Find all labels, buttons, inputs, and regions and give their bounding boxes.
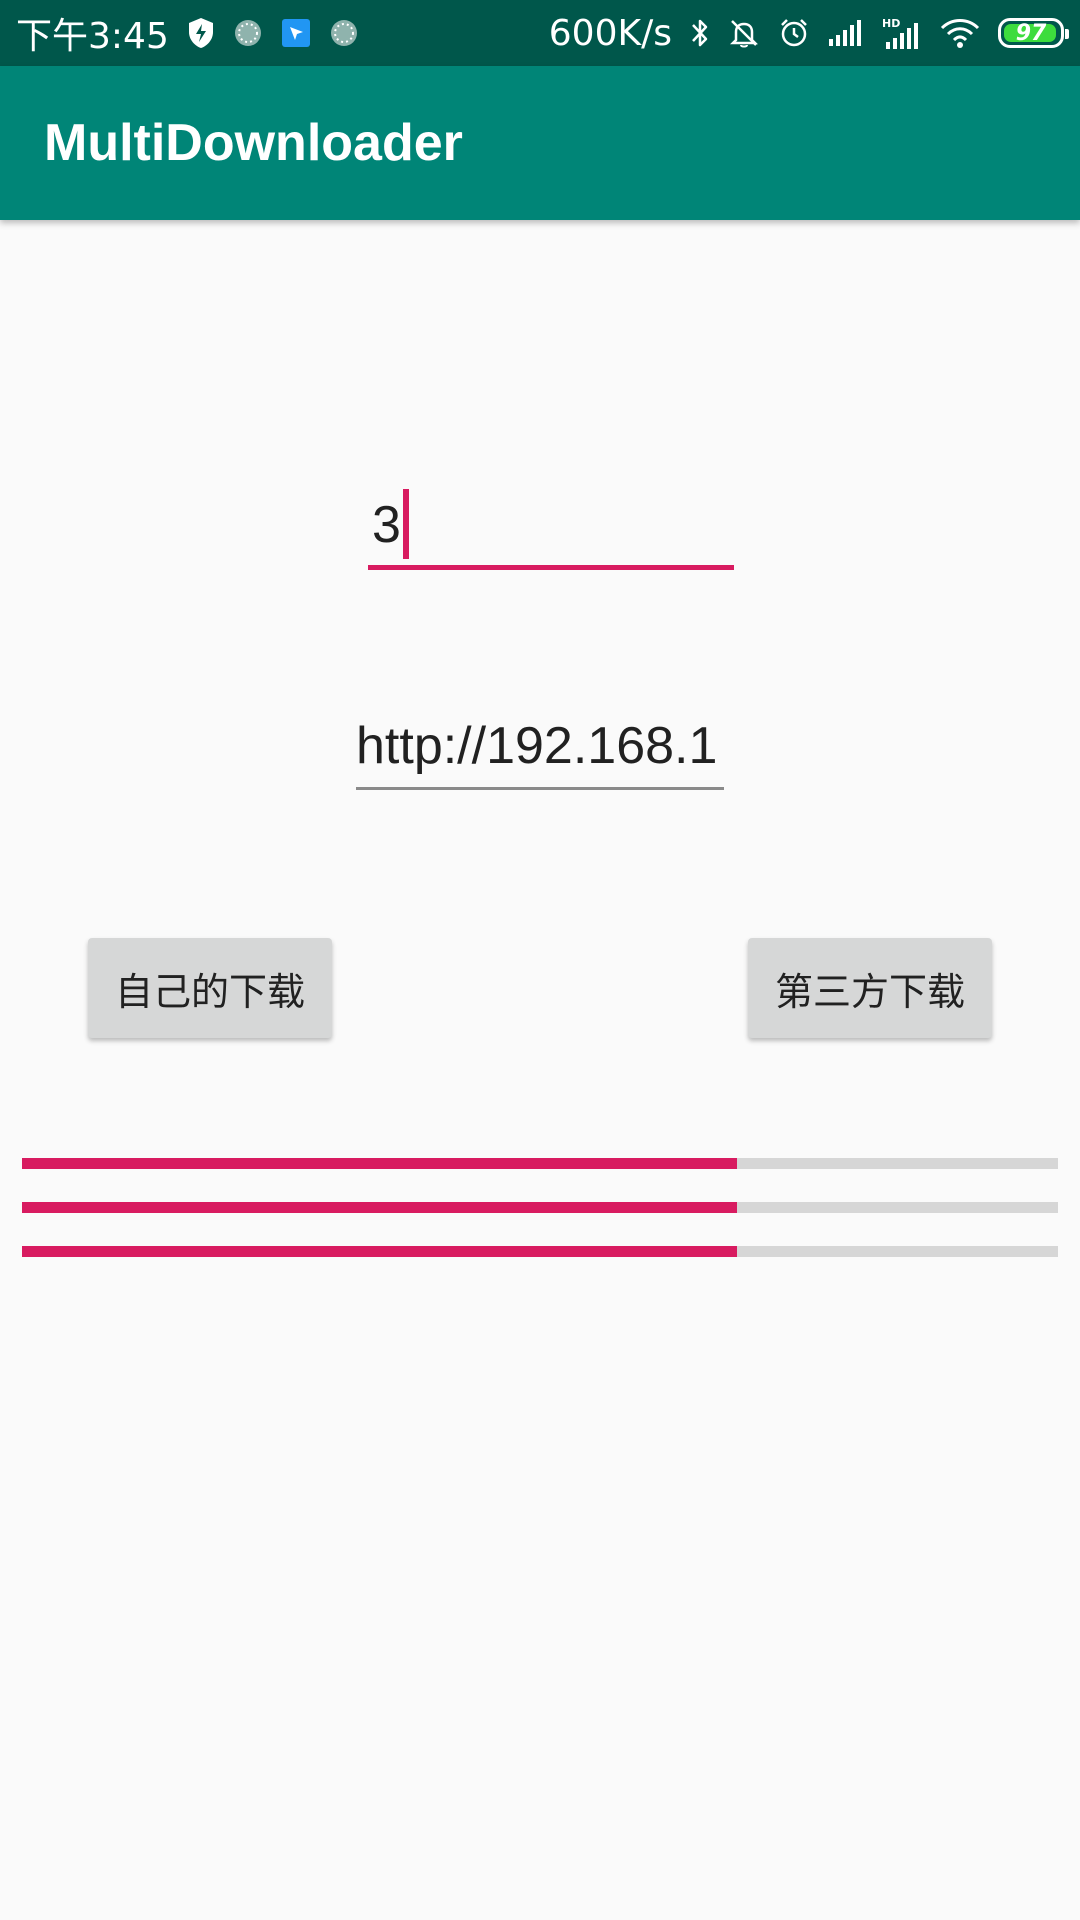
url-input[interactable]: http://192.168.1 (356, 706, 724, 790)
thread-count-input[interactable]: 3 (368, 480, 734, 570)
status-time: 下午3:45 (16, 16, 169, 57)
bluetooth-icon (690, 16, 710, 50)
network-speed: 600K/s (548, 12, 672, 54)
app-title: MultiDownloader (44, 114, 463, 172)
text-cursor (402, 489, 409, 560)
third-party-download-button[interactable]: 第三方下载 (748, 938, 992, 1038)
url-value: http://192.168.1 (356, 717, 718, 775)
app-notification-icon (281, 18, 311, 48)
signal-icon (828, 19, 864, 47)
loading-icon (329, 18, 359, 48)
progress-fill-2 (22, 1202, 737, 1213)
shield-icon (187, 17, 215, 49)
progress-bar-2 (22, 1202, 1058, 1213)
progress-fill-1 (22, 1158, 737, 1169)
status-bar-right: 600K/s HD 97 (548, 12, 1069, 54)
bell-muted-icon (728, 17, 760, 49)
progress-bar-3 (22, 1246, 1058, 1257)
progress-fill-3 (22, 1246, 737, 1257)
status-bar: 下午3:45 600K/s HD 97 (0, 0, 1080, 66)
alarm-icon (778, 17, 810, 49)
svg-text:HD: HD (882, 17, 900, 30)
battery-icon: 97 (998, 18, 1069, 48)
own-download-button[interactable]: 自己的下载 (88, 938, 332, 1038)
hd-signal-icon: HD (882, 16, 922, 50)
thread-count-value: 3 (372, 496, 401, 554)
battery-level: 97 (1015, 20, 1047, 46)
progress-bar-1 (22, 1158, 1058, 1169)
loading-icon (233, 18, 263, 48)
status-bar-left: 下午3:45 (16, 7, 359, 59)
app-bar: MultiDownloader (0, 66, 1080, 220)
wifi-icon (940, 17, 980, 49)
